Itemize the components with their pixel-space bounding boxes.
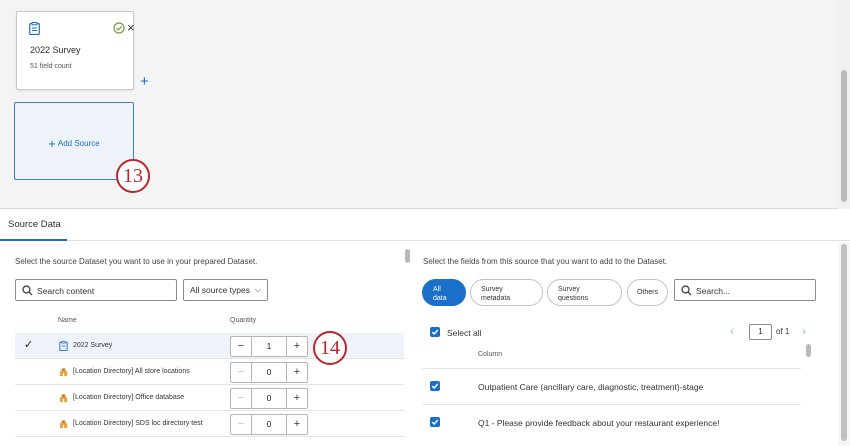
source-type-value: All source types <box>190 285 250 295</box>
checkmark-icon <box>431 329 439 335</box>
select-all-checkbox[interactable] <box>430 327 440 337</box>
clipboard-icon <box>59 341 68 351</box>
filter-label-line2: questions <box>558 295 588 302</box>
source-row-name: [Location Directory] Office database <box>73 394 185 401</box>
page-number-input[interactable]: 1 <box>749 324 772 340</box>
filter-label-line1: Survey <box>481 286 503 293</box>
select-all-label: Select all <box>447 328 482 338</box>
close-icon[interactable]: × <box>127 21 135 34</box>
filter-label-line2: data <box>433 295 447 302</box>
search-placeholder: Search... <box>696 286 731 296</box>
col-header-quantity: Quantity <box>230 317 257 324</box>
chevron-down-icon: ⌵ <box>254 285 261 294</box>
quantity-value[interactable]: 0 <box>253 363 285 382</box>
field-selection-panel: Select the fields from this source that … <box>412 242 850 446</box>
search-placeholder: Search content <box>37 286 95 296</box>
plus-icon: + <box>48 136 56 151</box>
decrement-button[interactable]: − <box>231 389 252 408</box>
increment-button[interactable]: + <box>286 415 307 434</box>
scrollbar-thumb[interactable] <box>841 244 847 441</box>
chevron-right-icon[interactable]: › <box>802 324 806 338</box>
quantity-value[interactable]: 1 <box>253 337 285 356</box>
increment-button[interactable]: + <box>286 363 307 382</box>
field-checkbox[interactable] <box>430 417 440 427</box>
field-row[interactable]: Q1 - Please provide feedback about your … <box>422 404 801 440</box>
decrement-button[interactable]: − <box>231 337 252 356</box>
location-directory-icon <box>59 394 68 403</box>
field-row[interactable]: Outpatient Care (ancillary care, diagnos… <box>422 368 801 404</box>
source-card-title: 2022 Survey <box>30 45 81 55</box>
check-circle-icon <box>113 22 125 34</box>
chevron-left-icon[interactable]: ‹ <box>730 324 734 338</box>
search-content-input[interactable]: Search content <box>15 279 177 301</box>
source-data-header: Source Data <box>0 212 850 241</box>
scrollbar-thumb[interactable] <box>405 249 410 263</box>
source-row[interactable]: [Location Directory] All store locations… <box>15 359 404 385</box>
filter-label-line2: metadata <box>481 295 511 302</box>
increment-button[interactable]: + <box>286 337 307 356</box>
fields-instruction: Select the fields from this source that … <box>423 257 668 266</box>
source-row[interactable]: [Location Directory] Office database − 0… <box>15 385 404 411</box>
source-instruction: Select the source Dataset you want to us… <box>15 257 258 266</box>
field-name: Outpatient Care (ancillary care, diagnos… <box>478 382 704 392</box>
field-checkbox[interactable] <box>430 381 440 391</box>
dataset-canvas: × 2022 Survey 51 field count + + Add Sour… <box>0 0 850 209</box>
add-source-label: Add Source <box>57 139 100 148</box>
callout-14: 14 <box>313 331 347 365</box>
add-join-plus-icon[interactable]: + <box>140 74 149 89</box>
decrement-button[interactable]: − <box>231 415 252 434</box>
field-list-scrollbar[interactable] <box>805 343 812 446</box>
source-type-select[interactable]: All source types ⌵ <box>183 279 268 301</box>
column-header: Column <box>478 351 503 358</box>
col-header-name: Name <box>58 317 77 324</box>
clipboard-icon <box>29 22 40 35</box>
filter-survey-metadata[interactable]: Survey metadata <box>470 279 543 306</box>
source-row[interactable]: [Location Directory] SDS loc directory t… <box>15 411 404 437</box>
filter-survey-questions[interactable]: Survey questions <box>547 279 622 306</box>
quantity-value[interactable]: 0 <box>253 415 285 434</box>
quantity-stepper: − 0 + <box>230 414 308 435</box>
filter-all-data[interactable]: All data <box>422 279 466 306</box>
canvas-scrollbar[interactable] <box>838 0 850 209</box>
page-total: of 1 <box>776 327 790 336</box>
source-card-2022-survey[interactable]: × 2022 Survey 51 field count <box>16 11 135 90</box>
filter-label-line1: All <box>433 286 441 293</box>
location-directory-icon <box>59 368 68 377</box>
filter-others[interactable]: Others <box>627 279 668 306</box>
scrollbar-thumb[interactable] <box>806 344 811 357</box>
panel-scrollbar[interactable] <box>838 242 850 446</box>
source-row-name: [Location Directory] All store locations <box>73 368 190 375</box>
tab-source-data[interactable]: Source Data <box>0 212 67 241</box>
quantity-stepper: − 0 + <box>230 362 308 383</box>
search-icon <box>681 285 692 296</box>
increment-button[interactable]: + <box>286 389 307 408</box>
scrollbar-thumb[interactable] <box>841 70 847 202</box>
location-directory-icon <box>59 420 68 429</box>
filter-label-line1: Survey <box>558 286 580 293</box>
quantity-value[interactable]: 0 <box>253 389 285 408</box>
decrement-button[interactable]: − <box>231 363 252 382</box>
search-icon <box>22 285 33 296</box>
source-list-scrollbar[interactable] <box>404 247 411 446</box>
source-card-field-count: 51 field count <box>30 63 72 70</box>
field-search-input[interactable]: Search... <box>674 279 816 301</box>
checkmark-icon: ✓ <box>24 339 34 351</box>
field-name: Q1 - Please provide feedback about your … <box>478 418 720 428</box>
quantity-stepper: − 1 + <box>230 336 308 357</box>
callout-13: 13 <box>116 159 150 193</box>
checkmark-icon <box>431 419 439 425</box>
quantity-stepper: − 0 + <box>230 388 308 409</box>
add-source-button[interactable]: + Add Source <box>14 102 134 180</box>
source-row-name: 2022 Survey <box>73 342 113 349</box>
checkmark-icon <box>431 383 439 389</box>
source-row-name: [Location Directory] SDS loc directory t… <box>73 420 203 427</box>
filter-label: Others <box>636 289 658 296</box>
